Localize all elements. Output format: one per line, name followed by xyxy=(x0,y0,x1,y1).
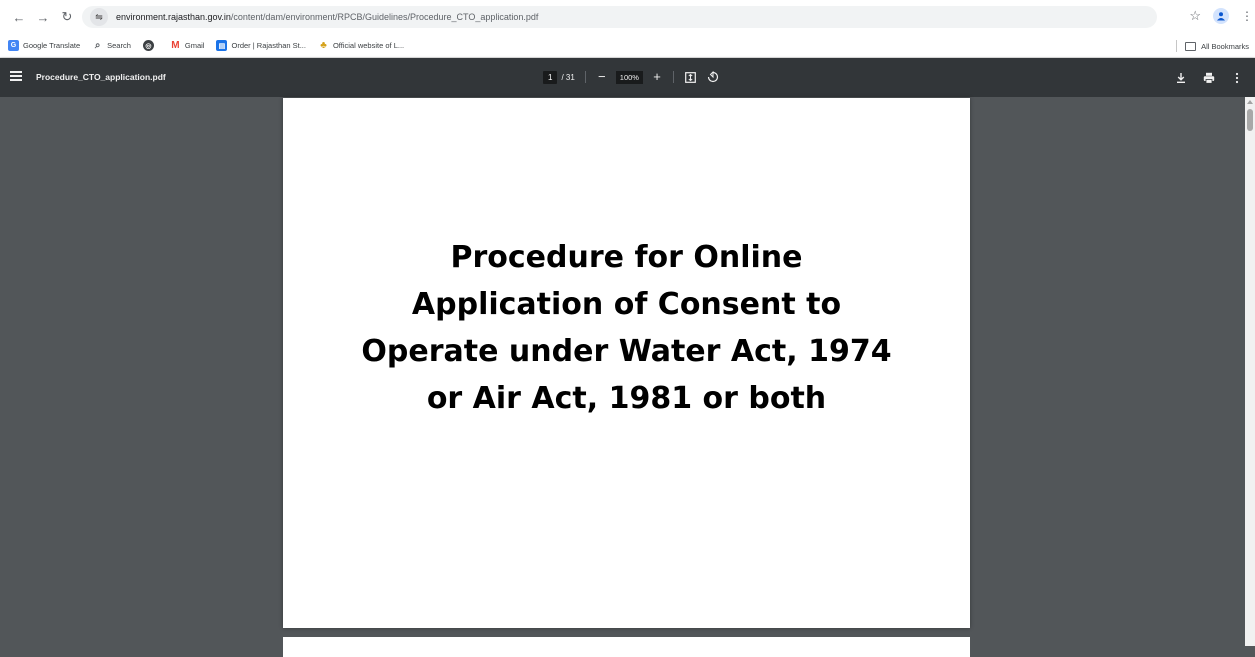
pdf-page: Procedure for Online Application of Cons… xyxy=(283,98,970,628)
back-icon[interactable]: ← xyxy=(8,6,30,28)
reload-icon[interactable]: ↻ xyxy=(56,6,78,28)
title-line: or Air Act, 1981 or both xyxy=(426,381,827,416)
zoom-level-input[interactable]: 100% xyxy=(615,70,643,84)
bookmark-label: Official website of L... xyxy=(332,41,405,50)
title-line: Application of Consent to xyxy=(411,287,842,322)
hamburger-menu-icon[interactable] xyxy=(10,71,22,81)
all-bookmarks-button[interactable]: All Bookmarks xyxy=(1176,40,1249,52)
scroll-up-arrow-icon[interactable] xyxy=(1247,100,1253,104)
bookmark-order[interactable]: ▤ Order | Rajasthan St... xyxy=(216,40,306,51)
order-icon: ▤ xyxy=(216,40,228,51)
url-path: /content/dam/environment/RPCB/Guidelines… xyxy=(230,12,539,22)
browser-toolbar: ← → ↻ ⇋ environment.rajasthan.gov.in/con… xyxy=(0,0,1255,34)
bookmark-search[interactable]: ⌕ Search xyxy=(92,40,131,51)
document-title: Procedure for Online Application of Cons… xyxy=(283,234,970,422)
page-total: / 31 xyxy=(561,72,575,82)
bookmark-star-icon[interactable]: ☆ xyxy=(1189,8,1201,24)
url-host: environment.rajasthan.gov.in xyxy=(116,12,231,22)
bookmark-gmail[interactable]: M Gmail xyxy=(170,40,205,51)
divider xyxy=(672,71,674,83)
scrollbar-thumb[interactable] xyxy=(1247,109,1253,131)
divider xyxy=(1176,40,1178,52)
bookmark-chrome[interactable]: ◎ xyxy=(142,40,158,51)
fit-to-page-icon[interactable] xyxy=(684,70,698,84)
page-number-input[interactable]: 1 xyxy=(543,70,558,84)
url-text[interactable]: environment.rajasthan.gov.in/content/dam… xyxy=(116,12,538,22)
zoom-out-button[interactable]: − xyxy=(596,70,608,84)
profile-avatar-icon[interactable] xyxy=(1213,8,1229,24)
bookmark-label: Order | Rajasthan St... xyxy=(231,41,306,50)
pdf-page-next xyxy=(283,637,970,657)
bookmark-label: Search xyxy=(107,41,131,50)
bookmark-label: Gmail xyxy=(184,41,205,50)
gmail-icon: M xyxy=(171,40,180,51)
rotate-icon[interactable] xyxy=(706,70,720,84)
emblem-icon: ♣ xyxy=(320,40,327,51)
all-bookmarks-label: All Bookmarks xyxy=(1201,41,1249,51)
bookmark-label: Google Translate xyxy=(23,41,81,50)
address-bar[interactable]: ⇋ environment.rajasthan.gov.in/content/d… xyxy=(82,6,1157,28)
bookmarks-bar: G Google Translate ⌕ Search ◎ M Gmail ▤ … xyxy=(0,34,1255,58)
site-info-icon[interactable]: ⇋ xyxy=(90,8,108,26)
pdf-controls: 1 / 31 − 100% + xyxy=(543,70,720,84)
browser-menu-icon[interactable]: ⋮ xyxy=(1241,9,1253,23)
bookmark-official-website[interactable]: ♣ Official website of L... xyxy=(318,40,404,51)
zoom-in-button[interactable]: + xyxy=(651,70,663,84)
divider xyxy=(584,71,586,83)
title-line: Procedure for Online xyxy=(450,240,803,275)
vertical-scrollbar[interactable] xyxy=(1245,97,1255,646)
pdf-viewer[interactable]: Procedure for Online Application of Cons… xyxy=(0,97,1245,657)
more-options-icon[interactable] xyxy=(1231,71,1243,89)
forward-icon[interactable]: → xyxy=(32,6,54,28)
chrome-icon: ◎ xyxy=(142,40,154,51)
print-icon[interactable] xyxy=(1203,71,1215,89)
pdf-title: Procedure_CTO_application.pdf xyxy=(36,72,166,82)
folder-icon xyxy=(1185,41,1197,51)
download-icon[interactable] xyxy=(1175,71,1187,89)
search-icon: ⌕ xyxy=(94,40,101,51)
pdf-toolbar: Procedure_CTO_application.pdf 1 / 31 − 1… xyxy=(0,58,1255,97)
google-translate-icon: G xyxy=(8,40,19,51)
title-line: Operate under Water Act, 1974 xyxy=(361,334,892,369)
bookmark-google-translate[interactable]: G Google Translate xyxy=(8,40,80,51)
